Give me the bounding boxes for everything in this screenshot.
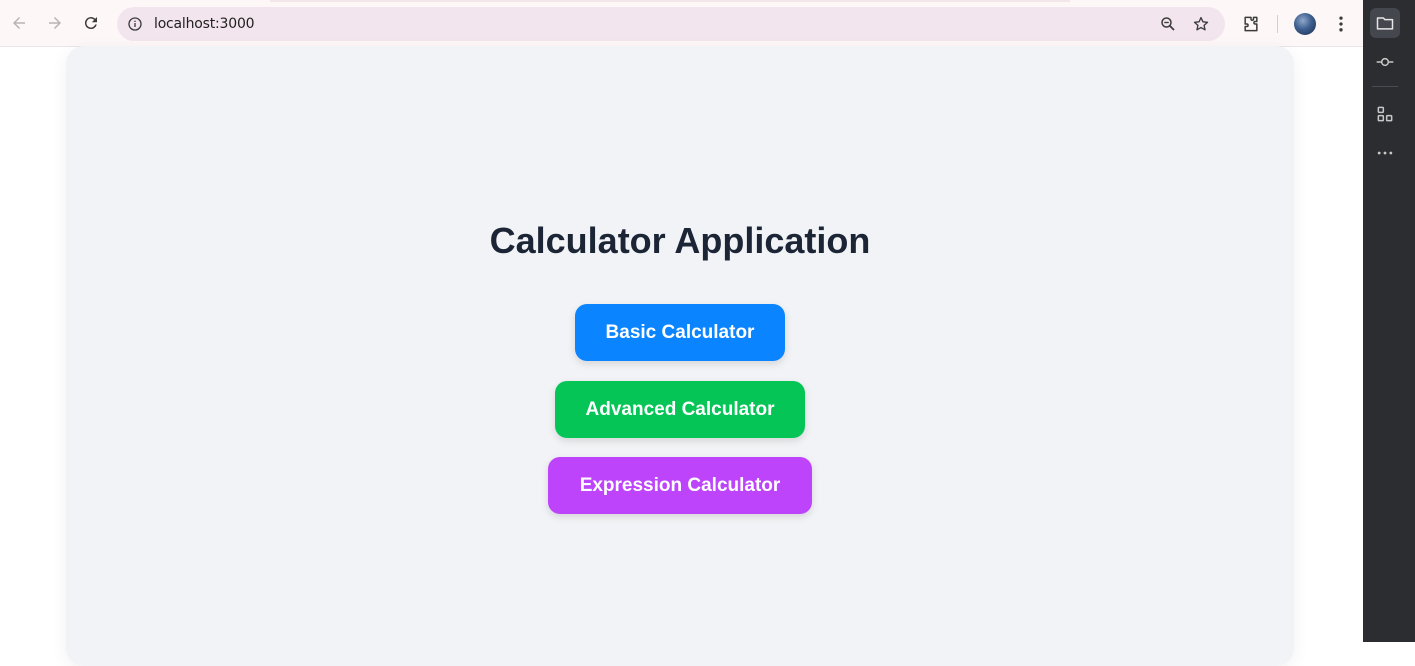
- app-container: Calculator Application Basic Calculator …: [66, 46, 1294, 666]
- bookmark-button[interactable]: [1190, 13, 1212, 35]
- url-text[interactable]: localhost:3000: [154, 16, 255, 32]
- page-title: Calculator Application: [489, 220, 871, 261]
- address-bar[interactable]: localhost:3000: [117, 7, 1225, 41]
- basic-calculator-button[interactable]: Basic Calculator: [575, 304, 785, 361]
- more-vertical-icon: [1339, 16, 1343, 32]
- side-panel: [1363, 0, 1415, 642]
- site-info-button[interactable]: [123, 12, 147, 36]
- tab-strip-edge: [270, 0, 1070, 2]
- advanced-calculator-button[interactable]: Advanced Calculator: [555, 381, 805, 438]
- side-panel-extensions-button[interactable]: [1370, 99, 1400, 129]
- browser-menu-button[interactable]: [1329, 12, 1353, 36]
- zoom-icon: [1161, 17, 1175, 31]
- star-icon: [1193, 16, 1209, 31]
- side-panel-divider: [1372, 86, 1398, 87]
- arrow-left-icon: [13, 17, 25, 29]
- expression-calculator-button[interactable]: Expression Calculator: [548, 457, 812, 514]
- side-panel-source-control-button[interactable]: [1370, 47, 1400, 77]
- more-horizontal-icon: [1377, 151, 1393, 155]
- extensions-button[interactable]: [1239, 12, 1263, 36]
- commit-icon: [1376, 57, 1394, 67]
- forward-button[interactable]: [41, 9, 69, 37]
- zoom-button[interactable]: [1157, 13, 1179, 35]
- side-panel-explorer-button[interactable]: [1370, 8, 1400, 38]
- apps-icon: [1377, 106, 1393, 122]
- page-viewport: Calculator Application Basic Calculator …: [0, 46, 1363, 666]
- toolbar-divider: [1277, 15, 1278, 33]
- avatar[interactable]: [1294, 13, 1316, 35]
- browser-toolbar: localhost:3000: [0, 0, 1363, 47]
- reload-button[interactable]: [77, 9, 105, 37]
- side-panel-more-button[interactable]: [1370, 138, 1400, 168]
- puzzle-icon: [1244, 16, 1258, 32]
- folder-icon: [1376, 17, 1394, 30]
- back-button[interactable]: [5, 9, 33, 37]
- arrow-right-icon: [49, 17, 61, 29]
- reload-icon: [84, 17, 97, 30]
- info-icon: [128, 17, 142, 31]
